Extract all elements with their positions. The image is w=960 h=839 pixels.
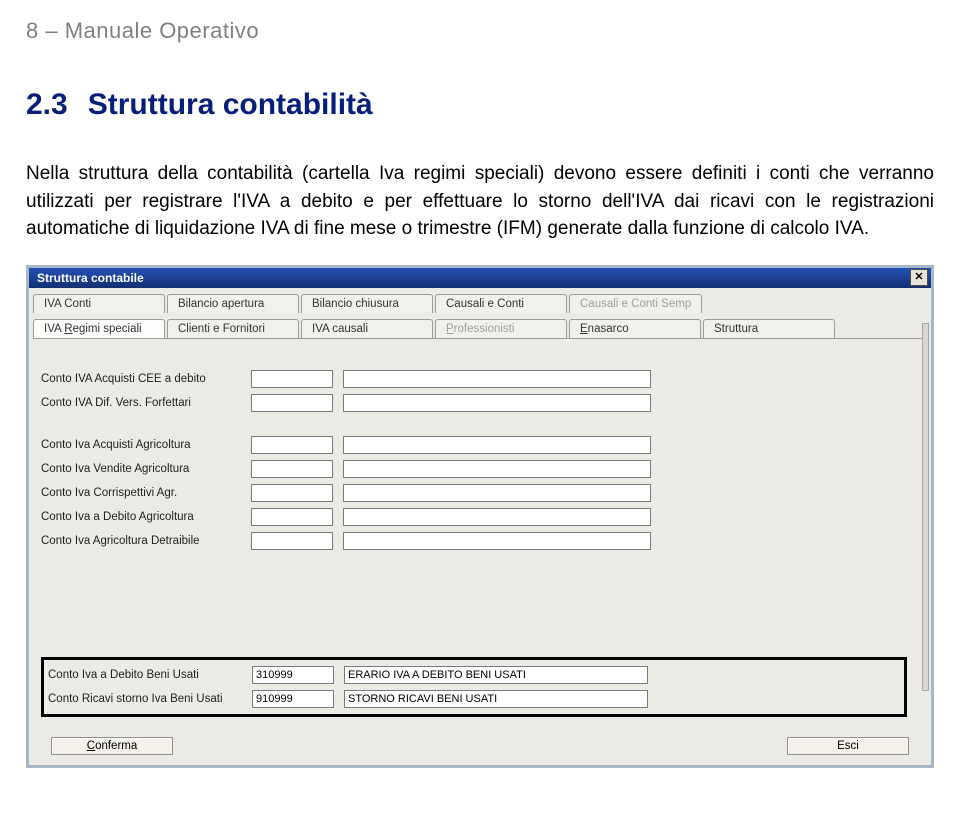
tab-iva-regimi-speciali[interactable]: IVA Regimi speciali	[33, 319, 165, 338]
button-row: Conferma Esci	[29, 731, 931, 765]
tab-iva-causali[interactable]: IVA causali	[301, 319, 433, 338]
code-input[interactable]	[251, 532, 333, 550]
field-iva-acquisti-cee: Conto IVA Acquisti CEE a debito	[41, 367, 919, 391]
tab-bilancio-chiusura[interactable]: Bilancio chiusura	[301, 294, 433, 313]
desc-input[interactable]	[343, 436, 651, 454]
dialog-struttura-contabile: Struttura contabile ✕ IVA Conti Bilancio…	[29, 268, 931, 765]
code-input[interactable]	[252, 666, 334, 684]
tab-causali-conti[interactable]: Causali e Conti	[435, 294, 567, 313]
desc-input[interactable]	[343, 394, 651, 412]
page-header: 8 – Manuale Operativo	[26, 18, 934, 44]
titlebar: Struttura contabile ✕	[29, 268, 931, 288]
field-iva-vend-agricoltura: Conto Iva Vendite Agricoltura	[41, 457, 919, 481]
dialog-title: Struttura contabile	[37, 271, 144, 285]
desc-input[interactable]	[343, 484, 651, 502]
field-label: Conto Iva Agricoltura Detraibile	[41, 535, 251, 547]
scrollbar[interactable]	[922, 323, 929, 691]
desc-input[interactable]	[343, 508, 651, 526]
field-iva-debito-agricoltura: Conto Iva a Debito Agricoltura	[41, 505, 919, 529]
field-label: Conto IVA Acquisti CEE a debito	[41, 373, 251, 385]
confirm-button[interactable]: Conferma	[51, 737, 173, 755]
desc-input[interactable]	[343, 460, 651, 478]
code-input[interactable]	[251, 508, 333, 526]
tab-bilancio-apertura[interactable]: Bilancio apertura	[167, 294, 299, 313]
field-label: Conto IVA Dif. Vers. Forfettari	[41, 397, 251, 409]
heading-2-3: 2.3 Struttura contabilità	[26, 88, 934, 122]
tab-row-2: IVA Regimi speciali Clienti e Fornitori …	[29, 313, 931, 338]
highlight-beni-usati: Conto Iva a Debito Beni Usati Conto Rica…	[41, 657, 907, 717]
heading-title: Struttura contabilità	[88, 88, 373, 121]
desc-input[interactable]	[343, 370, 651, 388]
code-input[interactable]	[251, 370, 333, 388]
desc-input[interactable]	[343, 532, 651, 550]
close-icon: ✕	[914, 272, 923, 283]
field-iva-corrispettivi-agr: Conto Iva Corrispettivi Agr.	[41, 481, 919, 505]
field-label: Conto Iva Corrispettivi Agr.	[41, 487, 251, 499]
tab-clienti-fornitori[interactable]: Clienti e Fornitori	[167, 319, 299, 338]
field-iva-agricoltura-detraibile: Conto Iva Agricoltura Detraibile	[41, 529, 919, 553]
tab-struttura[interactable]: Struttura	[703, 319, 835, 338]
code-input[interactable]	[252, 690, 334, 708]
field-label: Conto Iva Acquisti Agricoltura	[41, 439, 251, 451]
close-button[interactable]: ✕	[910, 269, 928, 286]
field-label: Conto Iva a Debito Agricoltura	[41, 511, 251, 523]
tab-row-1: IVA Conti Bilancio apertura Bilancio chi…	[29, 288, 931, 313]
code-input[interactable]	[251, 460, 333, 478]
form-area: Conto IVA Acquisti CEE a debito Conto IV…	[29, 339, 931, 731]
code-input[interactable]	[251, 394, 333, 412]
field-label: Conto Iva a Debito Beni Usati	[48, 669, 252, 681]
heading-number: 2.3	[26, 88, 68, 121]
exit-button[interactable]: Esci	[787, 737, 909, 755]
desc-input[interactable]	[344, 690, 648, 708]
body-paragraph: Nella struttura della contabilità (carte…	[26, 160, 934, 243]
code-input[interactable]	[251, 484, 333, 502]
tab-professionisti: Professionisti	[435, 319, 567, 338]
field-iva-debito-beni-usati: Conto Iva a Debito Beni Usati	[48, 663, 900, 687]
field-iva-dif-vers-forfettari: Conto IVA Dif. Vers. Forfettari	[41, 391, 919, 415]
field-label: Conto Ricavi storno Iva Beni Usati	[48, 693, 252, 705]
tab-iva-conti[interactable]: IVA Conti	[33, 294, 165, 313]
field-label: Conto Iva Vendite Agricoltura	[41, 463, 251, 475]
desc-input[interactable]	[344, 666, 648, 684]
code-input[interactable]	[251, 436, 333, 454]
tab-causali-conti-semp: Causali e Conti Semp	[569, 294, 702, 313]
field-iva-acq-agricoltura: Conto Iva Acquisti Agricoltura	[41, 433, 919, 457]
tab-enasarco[interactable]: Enasarco	[569, 319, 701, 338]
field-ricavi-storno-beni-usati: Conto Ricavi storno Iva Beni Usati	[48, 687, 900, 711]
